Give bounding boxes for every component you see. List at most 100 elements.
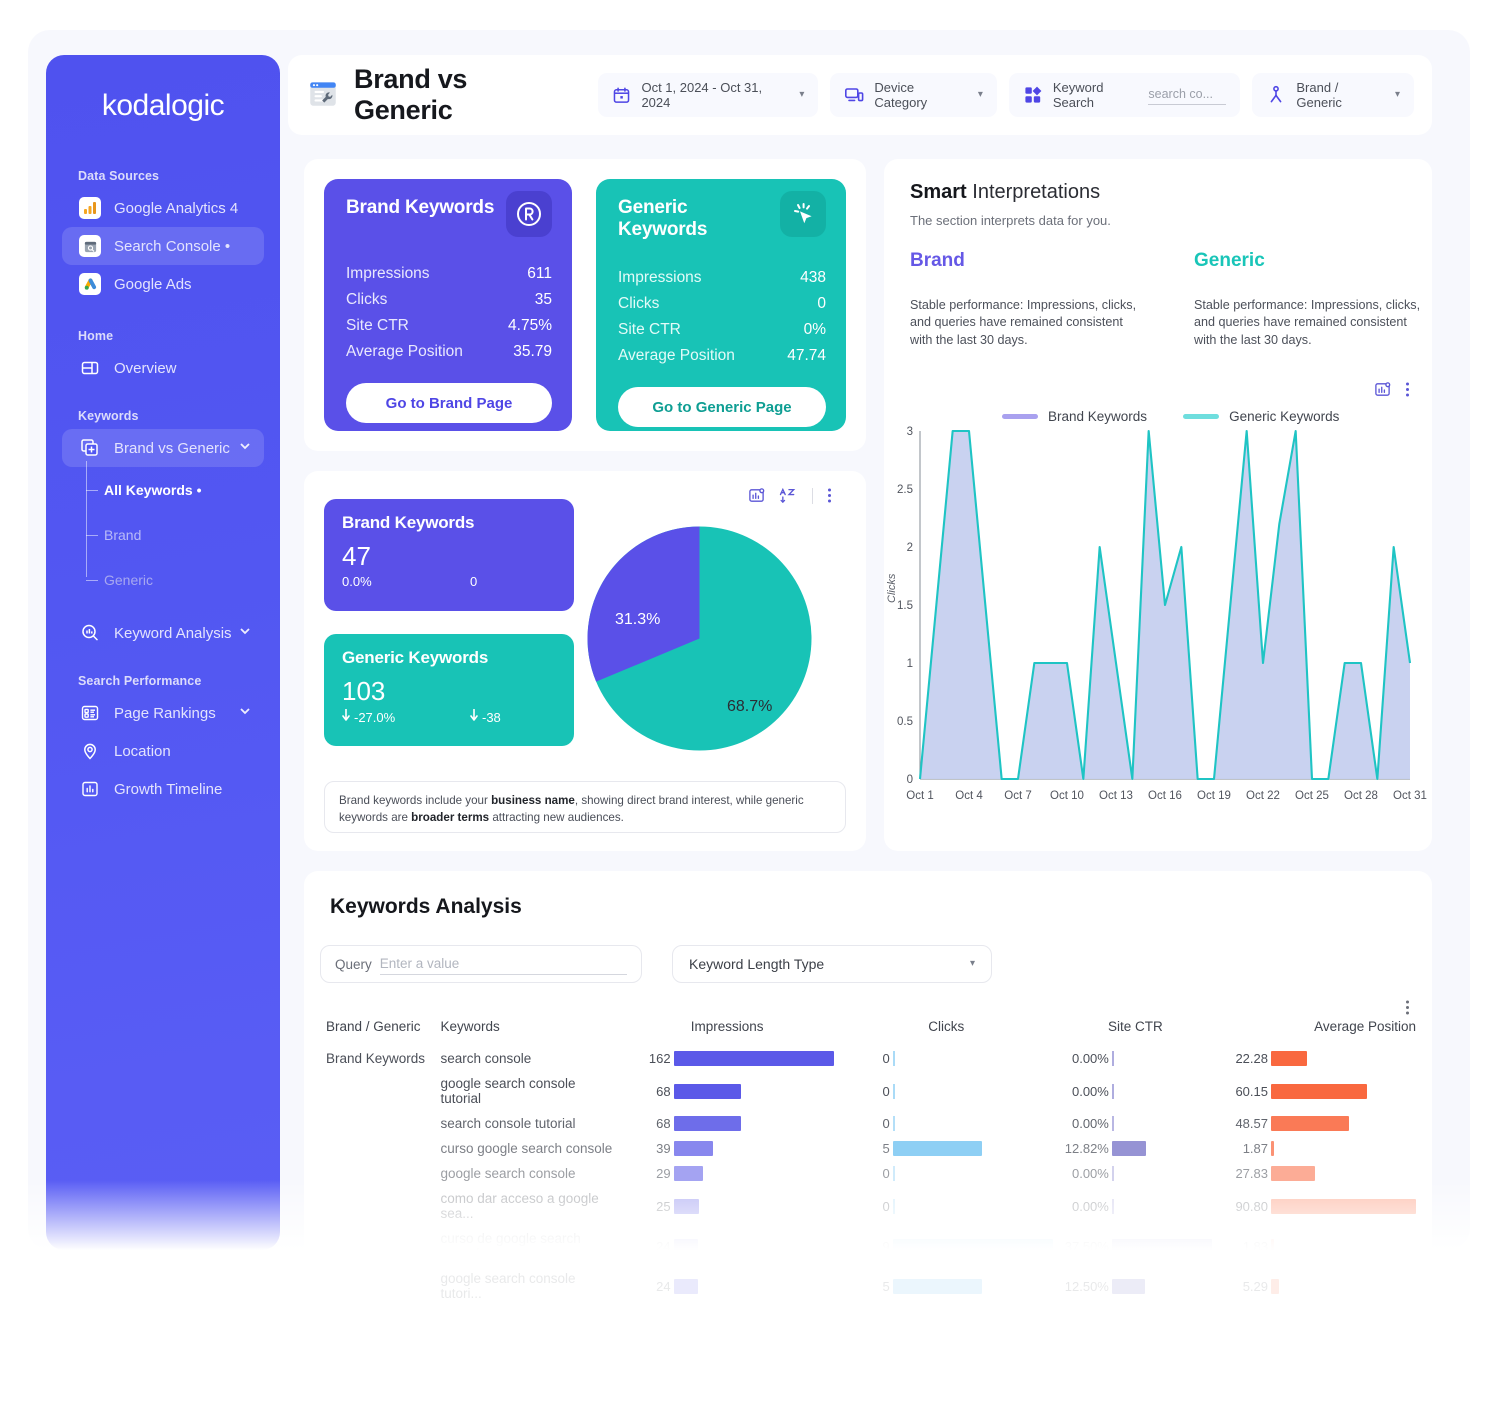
metric-row: Clicks 0 <box>618 291 826 317</box>
brand-keywords-count: 47 <box>342 541 371 571</box>
sidebar-item-growth-timeline[interactable]: Growth Timeline <box>62 770 264 808</box>
sidebar-item-all-keywords[interactable]: All Keywords • <box>86 467 280 512</box>
keyword-search-input[interactable] <box>1148 85 1227 105</box>
column-header-clicks[interactable]: Clicks <box>837 1019 1056 1046</box>
metric-label: Impressions <box>346 265 430 282</box>
svg-text:Oct 16: Oct 16 <box>1148 790 1182 802</box>
table-row[interactable]: curso de google search console 24 9 37.50% 1… <box>326 1226 1416 1266</box>
sidebar-item-overview[interactable]: Overview <box>62 349 264 387</box>
delta-absolute-text: -38 <box>482 709 501 725</box>
clicks-timeseries-chart: Brand Keywords Generic Keywords Clicks 0… <box>884 403 1432 833</box>
keyword-length-type-select[interactable]: Keyword Length Type ▾ <box>672 945 992 983</box>
svg-text:Oct 7: Oct 7 <box>1004 790 1031 802</box>
more-options-icon[interactable] <box>827 487 832 504</box>
column-header-keywords[interactable]: Keywords <box>440 1019 617 1046</box>
chart-settings-icon[interactable] <box>748 487 765 504</box>
sidebar-item-generic[interactable]: Generic <box>86 557 280 602</box>
sidebar-group-search-performance: Search Performance <box>78 674 202 688</box>
cell-average-position: 1.83 <box>1215 1226 1416 1266</box>
sidebar-item-search-console[interactable]: Search Console • <box>62 227 264 265</box>
date-range-filter[interactable]: Oct 1, 2024 - Oct 31, 2024 ▾ <box>598 73 819 117</box>
smart-interpretations-title: Smart Interpretations <box>910 181 1432 204</box>
more-options-icon[interactable] <box>1405 381 1410 398</box>
cell-clicks: 0 <box>837 1186 1056 1226</box>
sidebar-item-brand[interactable]: Brand <box>86 512 280 557</box>
sort-alpha-icon[interactable] <box>779 487 798 504</box>
chevron-down-icon[interactable]: ▾ <box>978 90 983 100</box>
metric-label: Clicks <box>346 291 388 308</box>
brand-generic-label: Brand / Generic <box>1296 80 1342 110</box>
cell-average-position: 22.28 <box>1215 1046 1416 1071</box>
svg-text:3: 3 <box>907 426 913 438</box>
chevron-down-icon[interactable] <box>238 439 264 457</box>
go-to-brand-page-button[interactable]: Go to Brand Page <box>346 383 552 423</box>
sidebar-item-page-rankings[interactable]: Page Rankings <box>62 694 264 732</box>
table-row[interactable]: google search console 29 0 0.00% 27.83 <box>326 1161 1416 1186</box>
svg-text:Oct 13: Oct 13 <box>1099 790 1133 802</box>
svg-text:Oct 31: Oct 31 <box>1393 790 1427 802</box>
brand-interpretation-text: Stable performance: Impressions, clicks,… <box>910 298 1137 347</box>
metric-row: Average Position 47.74 <box>618 343 826 369</box>
table-row[interactable]: Brand Keywords search console 162 0 0.00% 22.… <box>326 1046 1416 1071</box>
device-icon <box>844 85 864 105</box>
chevron-down-icon[interactable] <box>238 704 264 722</box>
sidebar-item-google-ads[interactable]: Google Ads <box>62 265 264 303</box>
cell-site-ctr: 37.50% <box>1056 1226 1215 1266</box>
chart-settings-icon[interactable] <box>1374 381 1391 398</box>
sidebar-submenu: All Keywords • Brand Generic <box>86 461 280 602</box>
cursor-click-icon <box>780 191 826 237</box>
toolbar-divider <box>812 487 813 504</box>
sidebar-group-home: Home <box>78 329 114 343</box>
keyword-definition-note: Brand keywords include your business nam… <box>324 781 846 833</box>
column-header-average-position[interactable]: Average Position <box>1215 1019 1416 1046</box>
card-title: Brand Keywords <box>346 197 495 218</box>
go-to-generic-page-button[interactable]: Go to Generic Page <box>618 387 826 427</box>
chevron-down-icon[interactable] <box>238 624 264 642</box>
location-pin-icon <box>78 739 102 763</box>
svg-text:Oct 28: Oct 28 <box>1344 790 1378 802</box>
sidebar-subitem-label: All Keywords • <box>104 481 202 498</box>
more-options-icon[interactable] <box>1405 999 1410 1016</box>
table-row[interactable]: google search console tutori... 24 5 12.50%… <box>326 1266 1416 1306</box>
brand-keywords-count-card: Brand Keywords 47 0.0% 0 <box>324 499 574 611</box>
sidebar-item-location[interactable]: Location <box>62 732 264 770</box>
sidebar-item-brand-vs-generic[interactable]: Brand vs Generic <box>62 429 264 467</box>
keyword-search-filter[interactable]: Keyword Search <box>1008 73 1241 117</box>
chevron-down-icon[interactable]: ▾ <box>799 90 804 100</box>
cell-brand-generic: Brand Keywords <box>326 1051 426 1066</box>
sidebar-group-keywords: Keywords <box>78 409 139 423</box>
cell-clicks: 0 <box>837 1046 1056 1071</box>
device-category-filter[interactable]: Device Category ▾ <box>830 73 997 117</box>
query-filter[interactable]: Query <box>320 945 642 983</box>
table-row[interactable]: como dar acceso a google sea... 25 0 0.00% 9… <box>326 1186 1416 1226</box>
pie-label-brand: 31.3% <box>615 611 661 628</box>
brand-generic-filter[interactable]: Brand / Generic ▾ <box>1252 73 1414 117</box>
distribution-toolbar <box>748 487 832 504</box>
table-row[interactable]: google search console tutorial 68 0 0.00% 60… <box>326 1071 1416 1111</box>
column-header-brand-generic[interactable]: Brand / Generic <box>326 1019 440 1046</box>
note-part-a: Brand keywords include your <box>339 794 492 807</box>
query-input[interactable] <box>379 953 627 975</box>
legend-item-generic[interactable]: Generic Keywords <box>1183 409 1339 424</box>
table-row[interactable]: curso google search console 39 5 12.82% 1.87 <box>326 1136 1416 1161</box>
cell-clicks: 5 <box>837 1136 1056 1161</box>
generic-keywords-count-card: Generic Keywords 103 -27.0% -38 <box>324 634 574 746</box>
chevron-down-icon[interactable]: ▾ <box>970 959 975 969</box>
generic-heading: Generic <box>1194 250 1265 271</box>
column-header-site-ctr[interactable]: Site CTR <box>1056 1019 1215 1046</box>
cell-clicks: 0 <box>837 1071 1056 1111</box>
cell-brand-generic <box>326 1186 440 1226</box>
metric-label: Average Position <box>346 343 463 360</box>
sidebar-item-keyword-analysis[interactable]: Keyword Analysis <box>62 614 264 652</box>
chevron-down-icon[interactable]: ▾ <box>1395 90 1400 100</box>
cell-clicks: 5 <box>837 1266 1056 1306</box>
sidebar: kodalogic Data Sources Google Analytics … <box>46 55 280 1250</box>
cell-average-position: 5.29 <box>1215 1266 1416 1306</box>
sidebar-group-data-sources: Data Sources <box>78 169 160 183</box>
card-title: Brand Keywords <box>342 513 475 532</box>
legend-item-brand[interactable]: Brand Keywords <box>1002 409 1147 424</box>
brand-metrics: Impressions 611 Clicks 35 Site CTR 4.75%… <box>346 261 552 365</box>
sidebar-item-google-analytics-4[interactable]: Google Analytics 4 <box>62 189 264 227</box>
column-header-impressions[interactable]: Impressions <box>618 1019 837 1046</box>
table-row[interactable]: search console tutorial 68 0 0.00% 48.57 <box>326 1111 1416 1136</box>
